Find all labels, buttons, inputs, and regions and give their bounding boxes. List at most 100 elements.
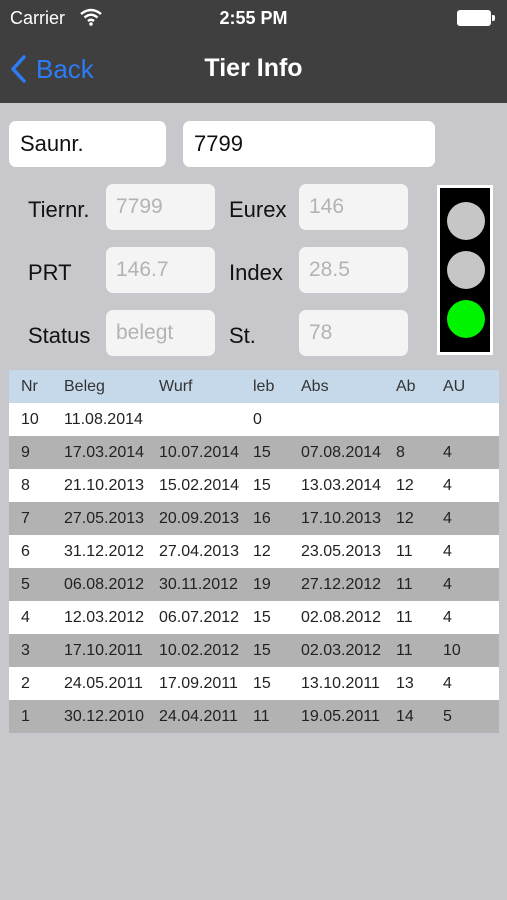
table-row[interactable]: 2 24.05.2011 17.09.2011 15 13.10.2011 13 4 xyxy=(9,667,499,700)
index-label: Index xyxy=(229,260,283,285)
cell-ab: 13 xyxy=(396,675,414,692)
cell-nr: 5 xyxy=(21,576,30,593)
prt-field: 146.7 xyxy=(106,247,215,293)
cell-ab: 11 xyxy=(396,543,413,560)
traffic-light-top-lamp xyxy=(447,202,485,240)
cell-abs: 02.08.2012 xyxy=(301,609,382,626)
cell-au: 4 xyxy=(443,609,452,626)
table-row[interactable]: 5 06.08.2012 30.11.2012 19 27.12.2012 11 4 xyxy=(9,568,499,601)
cell-wurf: 17.09.2011 xyxy=(159,675,238,692)
cell-wurf: 30.11.2012 xyxy=(159,576,238,593)
cell-leb: 0 xyxy=(253,411,262,428)
header-abs: Abs xyxy=(301,378,329,395)
cell-beleg: 21.10.2013 xyxy=(64,477,145,494)
traffic-light-middle-lamp xyxy=(447,251,485,289)
prt-value: 146.7 xyxy=(116,258,169,281)
table-row[interactable]: 3 17.10.2011 10.02.2012 15 02.03.2012 11 10 xyxy=(9,634,499,667)
saunr-input[interactable]: 7799 xyxy=(183,121,435,167)
table-row[interactable]: 8 21.10.2013 15.02.2014 15 13.03.2014 12 4 xyxy=(9,469,499,502)
cell-wurf: 27.04.2013 xyxy=(159,543,240,560)
cell-leb: 16 xyxy=(253,510,271,527)
cell-nr: 9 xyxy=(21,444,30,461)
index-value: 28.5 xyxy=(309,258,350,281)
tiernr-value: 7799 xyxy=(116,195,163,218)
cell-au: 4 xyxy=(443,444,452,461)
cell-beleg: 27.05.2013 xyxy=(64,510,145,527)
cell-nr: 1 xyxy=(21,708,30,725)
cell-nr: 2 xyxy=(21,675,30,692)
cell-au: 5 xyxy=(443,708,452,725)
cell-leb: 15 xyxy=(253,642,271,659)
cell-wurf: 20.09.2013 xyxy=(159,510,240,527)
cell-leb: 11 xyxy=(253,708,270,725)
cell-leb: 12 xyxy=(253,543,271,560)
status-label: Status xyxy=(28,323,91,348)
table-row[interactable]: 6 31.12.2012 27.04.2013 12 23.05.2013 11 4 xyxy=(9,535,499,568)
cell-beleg: 31.12.2012 xyxy=(64,543,145,560)
page-title: Tier Info xyxy=(204,54,303,82)
saunr-input-value: 7799 xyxy=(194,131,243,156)
cell-au: 4 xyxy=(443,510,452,527)
cell-au: 4 xyxy=(443,543,452,560)
traffic-light xyxy=(437,185,493,355)
clock: 2:55 PM xyxy=(219,8,288,28)
table-header: Nr Beleg Wurf leb Abs Ab AU xyxy=(9,370,499,403)
cell-leb: 15 xyxy=(253,609,271,626)
table-row[interactable]: 9 17.03.2014 10.07.2014 15 07.08.2014 8 4 xyxy=(9,436,499,469)
cell-beleg: 30.12.2010 xyxy=(64,708,145,725)
prt-label: PRT xyxy=(28,260,72,285)
cell-au: 10 xyxy=(443,642,461,659)
cell-nr: 8 xyxy=(21,477,30,494)
status-value: belegt xyxy=(116,321,174,344)
cell-abs: 02.03.2012 xyxy=(301,642,382,659)
cell-beleg: 06.08.2012 xyxy=(64,576,145,593)
navigation-bar: Carrier 2:55 PM Back Tier Info xyxy=(0,0,507,103)
tiernr-field: 7799 xyxy=(106,184,215,230)
eurex-field: 146 xyxy=(299,184,408,230)
cell-au: 4 xyxy=(443,576,452,593)
battery-icon xyxy=(457,10,495,26)
cell-ab: 11 xyxy=(396,642,413,659)
cell-wurf: 10.07.2014 xyxy=(159,444,240,461)
cell-nr: 3 xyxy=(21,642,30,659)
st-label: St. xyxy=(229,323,256,348)
status-field: belegt xyxy=(106,310,215,356)
cell-nr: 7 xyxy=(21,510,30,527)
saunr-label-box: Saunr. xyxy=(9,121,166,167)
cell-wurf: 15.02.2014 xyxy=(159,477,240,494)
cell-leb: 19 xyxy=(253,576,271,593)
cell-abs: 19.05.2011 xyxy=(301,708,380,725)
header-beleg: Beleg xyxy=(64,378,105,395)
cell-abs: 13.03.2014 xyxy=(301,477,382,494)
cell-abs: 23.05.2013 xyxy=(301,543,382,560)
tiernr-label: Tiernr. xyxy=(28,197,90,222)
table-row[interactable]: 4 12.03.2012 06.07.2012 15 02.08.2012 11 4 xyxy=(9,601,499,634)
cell-ab: 12 xyxy=(396,510,414,527)
eurex-value: 146 xyxy=(309,195,345,218)
cell-nr: 10 xyxy=(21,411,39,428)
header-au: AU xyxy=(443,378,466,395)
cell-nr: 6 xyxy=(21,543,30,560)
saunr-label: Saunr. xyxy=(20,131,84,156)
st-field: 78 xyxy=(299,310,408,356)
st-value: 78 xyxy=(309,321,333,344)
cell-wurf: 06.07.2012 xyxy=(159,609,240,626)
header-ab: Ab xyxy=(396,378,416,395)
table-row[interactable]: 1 30.12.2010 24.04.2011 11 19.05.2011 14 5 xyxy=(9,700,499,733)
cell-au: 4 xyxy=(443,675,452,692)
header-wurf: Wurf xyxy=(159,378,193,395)
cell-beleg: 17.03.2014 xyxy=(64,444,145,461)
cell-ab: 11 xyxy=(396,609,413,626)
cell-beleg: 17.10.2011 xyxy=(64,642,143,659)
header-leb: leb xyxy=(253,378,275,395)
status-bar: Carrier 2:55 PM xyxy=(0,0,507,36)
cell-wurf: 10.02.2012 xyxy=(159,642,240,659)
table-row[interactable]: 7 27.05.2013 20.09.2013 16 17.10.2013 12 4 xyxy=(9,502,499,535)
header-nr: Nr xyxy=(21,378,38,395)
cell-ab: 8 xyxy=(396,444,405,461)
table-row[interactable]: 10 11.08.2014 0 xyxy=(9,403,499,436)
cell-ab: 12 xyxy=(396,477,414,494)
cell-abs: 13.10.2011 xyxy=(301,675,380,692)
index-field: 28.5 xyxy=(299,247,408,293)
cell-beleg: 11.08.2014 xyxy=(64,411,143,428)
